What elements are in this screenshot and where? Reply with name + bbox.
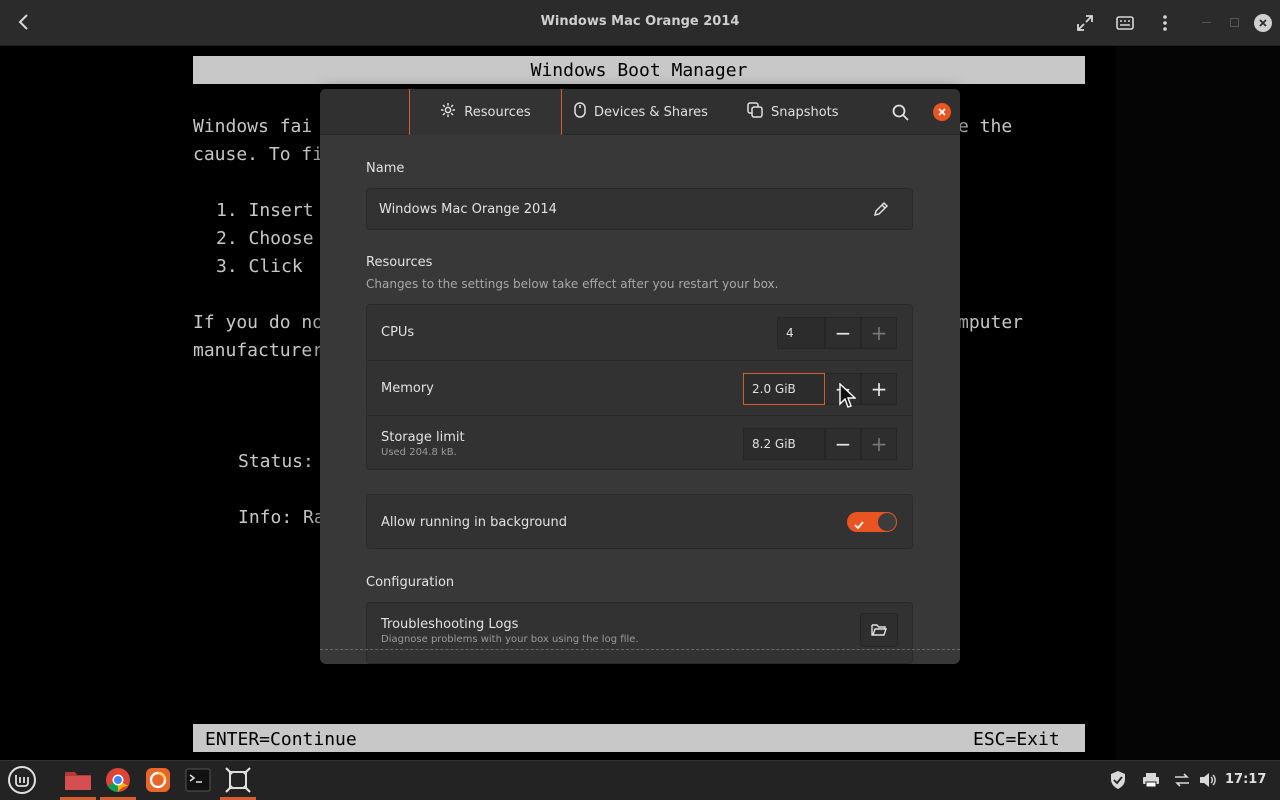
storage-row: Storage limit Used 204.8 kB. 8.2 GiB − + [367, 415, 912, 470]
box-preferences-dialog: Resources Devices & Shares Snapshots Nam… [320, 89, 960, 664]
boot-text-line: Windows fai [193, 116, 313, 137]
name-row[interactable]: Windows Mac Orange 2014 [366, 188, 913, 230]
clock[interactable]: 17:17 [1225, 772, 1266, 787]
boot-text-line: cause. To fi [193, 144, 324, 165]
minimize-icon[interactable] [1202, 22, 1211, 23]
background-row: Allow running in background [366, 494, 913, 549]
mouse-icon [574, 102, 586, 122]
tab-devices-label: Devices & Shares [594, 104, 708, 120]
boot-text-line: e the [958, 116, 1013, 137]
tab-snapshots-label: Snapshots [771, 104, 839, 120]
plus-icon: + [870, 432, 888, 456]
cpus-label: CPUs [381, 325, 415, 340]
chrome-icon[interactable] [100, 762, 136, 800]
boot-text-line: 3. Click [216, 256, 303, 277]
boot-manager-footer: ENTER=Continue ESC=Exit [193, 724, 1085, 752]
footer-esc-hint: ESC=Exit [973, 729, 1060, 750]
storage-used: Used 204.8 kB. [381, 447, 457, 458]
memory-label: Memory [381, 381, 434, 396]
edit-pencil-icon[interactable] [873, 201, 889, 221]
storage-input[interactable]: 8.2 GiB [743, 428, 825, 460]
terminal-icon[interactable] [180, 762, 216, 798]
mouse-pointer-icon [838, 382, 857, 413]
cpus-value: 4 [786, 326, 794, 340]
search-icon[interactable] [892, 104, 909, 125]
boot-text-line: manufacturer [193, 340, 324, 361]
resources-note: Changes to the settings below take effec… [366, 277, 779, 291]
network-icon[interactable] [1173, 772, 1191, 792]
boot-info: Info: Ra [238, 507, 325, 528]
memory-input[interactable]: 2.0 GiB [743, 373, 825, 405]
boxes-app-icon[interactable] [220, 762, 256, 800]
volume-icon[interactable] [1199, 772, 1217, 792]
box-name-value: Windows Mac Orange 2014 [379, 202, 557, 217]
boot-text-line: If you do no [193, 312, 324, 333]
maximize-icon[interactable] [1230, 18, 1239, 27]
memory-row: Memory 2.0 GiB − + [367, 360, 912, 415]
cpus-decrement-button[interactable]: − [825, 317, 861, 349]
dialog-header: Resources Devices & Shares Snapshots [320, 89, 960, 135]
firefox-icon[interactable] [140, 762, 176, 798]
dialog-close-icon[interactable] [933, 103, 951, 121]
plus-icon: + [870, 377, 888, 401]
fullscreen-icon[interactable] [1076, 14, 1094, 36]
cpus-row: CPUs 4 − + [367, 305, 912, 360]
boot-text-line: 1. Insert [216, 200, 314, 221]
storage-decrement-button[interactable]: − [825, 428, 861, 460]
tab-resources[interactable]: Resources [409, 89, 562, 135]
kebab-menu-icon[interactable] [1162, 14, 1168, 36]
tab-snapshots[interactable]: Snapshots [747, 89, 839, 135]
footer-enter-hint: ENTER=Continue [205, 729, 357, 750]
boot-status: Status: [238, 451, 314, 472]
scroll-edge [320, 649, 960, 650]
configuration-section-title: Configuration [366, 575, 455, 590]
open-logs-button[interactable] [860, 613, 898, 647]
storage-label: Storage limit [381, 430, 465, 445]
folder-open-icon [871, 618, 887, 642]
vm-display-margin [1116, 46, 1280, 760]
memory-increment-button[interactable]: + [861, 373, 897, 405]
mint-menu-icon[interactable] [4, 762, 40, 798]
minus-icon: − [834, 432, 852, 456]
files-icon[interactable] [60, 762, 96, 800]
tab-devices-shares[interactable]: Devices & Shares [574, 89, 708, 135]
tab-resources-label: Resources [464, 104, 531, 120]
cpus-input[interactable]: 4 [777, 317, 825, 349]
keyboard-icon[interactable] [1116, 15, 1134, 34]
logs-label: Troubleshooting Logs [381, 617, 519, 632]
name-section-title: Name [366, 161, 405, 176]
printer-icon[interactable] [1142, 772, 1160, 792]
background-toggle[interactable] [847, 512, 897, 532]
window-titlebar: Windows Mac Orange 2014 [0, 0, 1280, 46]
resources-list: CPUs 4 − + Memory 2.0 GiB − + Storage li… [366, 304, 913, 470]
storage-increment-button[interactable]: + [861, 428, 897, 460]
cpus-increment-button[interactable]: + [861, 317, 897, 349]
boot-text-line: mputer [958, 312, 1024, 333]
memory-value: 2.0 GiB [752, 382, 796, 396]
background-label: Allow running in background [381, 515, 568, 530]
checkmark-icon [854, 515, 864, 534]
troubleshooting-logs-row: Troubleshooting Logs Diagnose problems w… [366, 602, 913, 664]
plus-icon: + [870, 321, 888, 345]
snapshot-icon [747, 102, 763, 122]
resources-section-title: Resources [366, 255, 433, 270]
minus-icon: − [834, 321, 852, 345]
window-close-icon[interactable] [1254, 14, 1272, 32]
shield-icon[interactable] [1109, 770, 1127, 794]
toggle-knob [878, 513, 896, 531]
logs-description: Diagnose problems with your box using th… [381, 634, 639, 645]
gear-icon [440, 102, 456, 122]
boot-text-line: 2. Choose [216, 228, 314, 249]
boot-manager-header: Windows Boot Manager [193, 56, 1085, 84]
storage-value: 8.2 GiB [752, 437, 796, 451]
